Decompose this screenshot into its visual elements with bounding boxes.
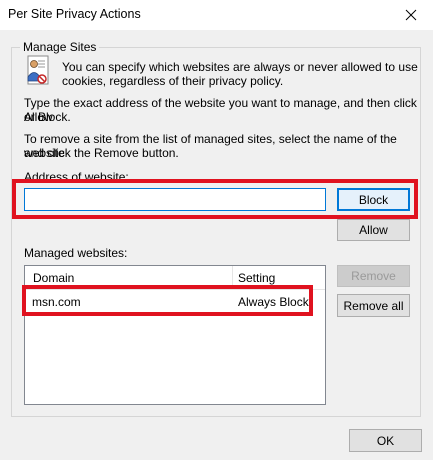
column-divider[interactable]	[232, 266, 233, 288]
intro-text-line-1: You can specify which websites are alway…	[62, 60, 418, 74]
address-label: Address of website:	[24, 170, 129, 184]
managed-websites-label: Managed websites:	[24, 246, 128, 260]
block-button[interactable]: Block	[337, 188, 410, 211]
address-input[interactable]	[24, 188, 326, 211]
close-button[interactable]	[389, 0, 433, 30]
title-bar: Per Site Privacy Actions	[0, 0, 433, 30]
per-site-privacy-dialog: Per Site Privacy Actions Manage Sites Yo…	[0, 0, 433, 460]
intro-text-line-2: cookies, regardless of their privacy pol…	[62, 74, 284, 88]
instructions-line-2: or Block.	[24, 110, 71, 124]
instructions-line-1: Type the exact address of the website yo…	[24, 96, 417, 124]
list-item-setting: Always Block	[238, 295, 309, 309]
remove-instructions-line-2: and click the Remove button.	[24, 146, 179, 160]
list-header: Domain Setting	[25, 266, 325, 290]
manage-sites-legend: Manage Sites	[20, 40, 100, 54]
remove-button[interactable]: Remove	[337, 265, 410, 287]
window-title: Per Site Privacy Actions	[8, 7, 141, 21]
privacy-person-icon	[27, 55, 49, 85]
remove-all-button[interactable]: Remove all	[337, 294, 410, 317]
column-header-domain[interactable]: Domain	[33, 271, 74, 285]
managed-websites-list[interactable]: Domain Setting msn.com Always Block	[24, 265, 326, 405]
allow-button[interactable]: Allow	[337, 219, 410, 241]
list-item-domain: msn.com	[32, 295, 81, 309]
column-header-setting[interactable]: Setting	[238, 271, 275, 285]
close-icon	[405, 9, 417, 21]
ok-button[interactable]: OK	[349, 429, 422, 452]
